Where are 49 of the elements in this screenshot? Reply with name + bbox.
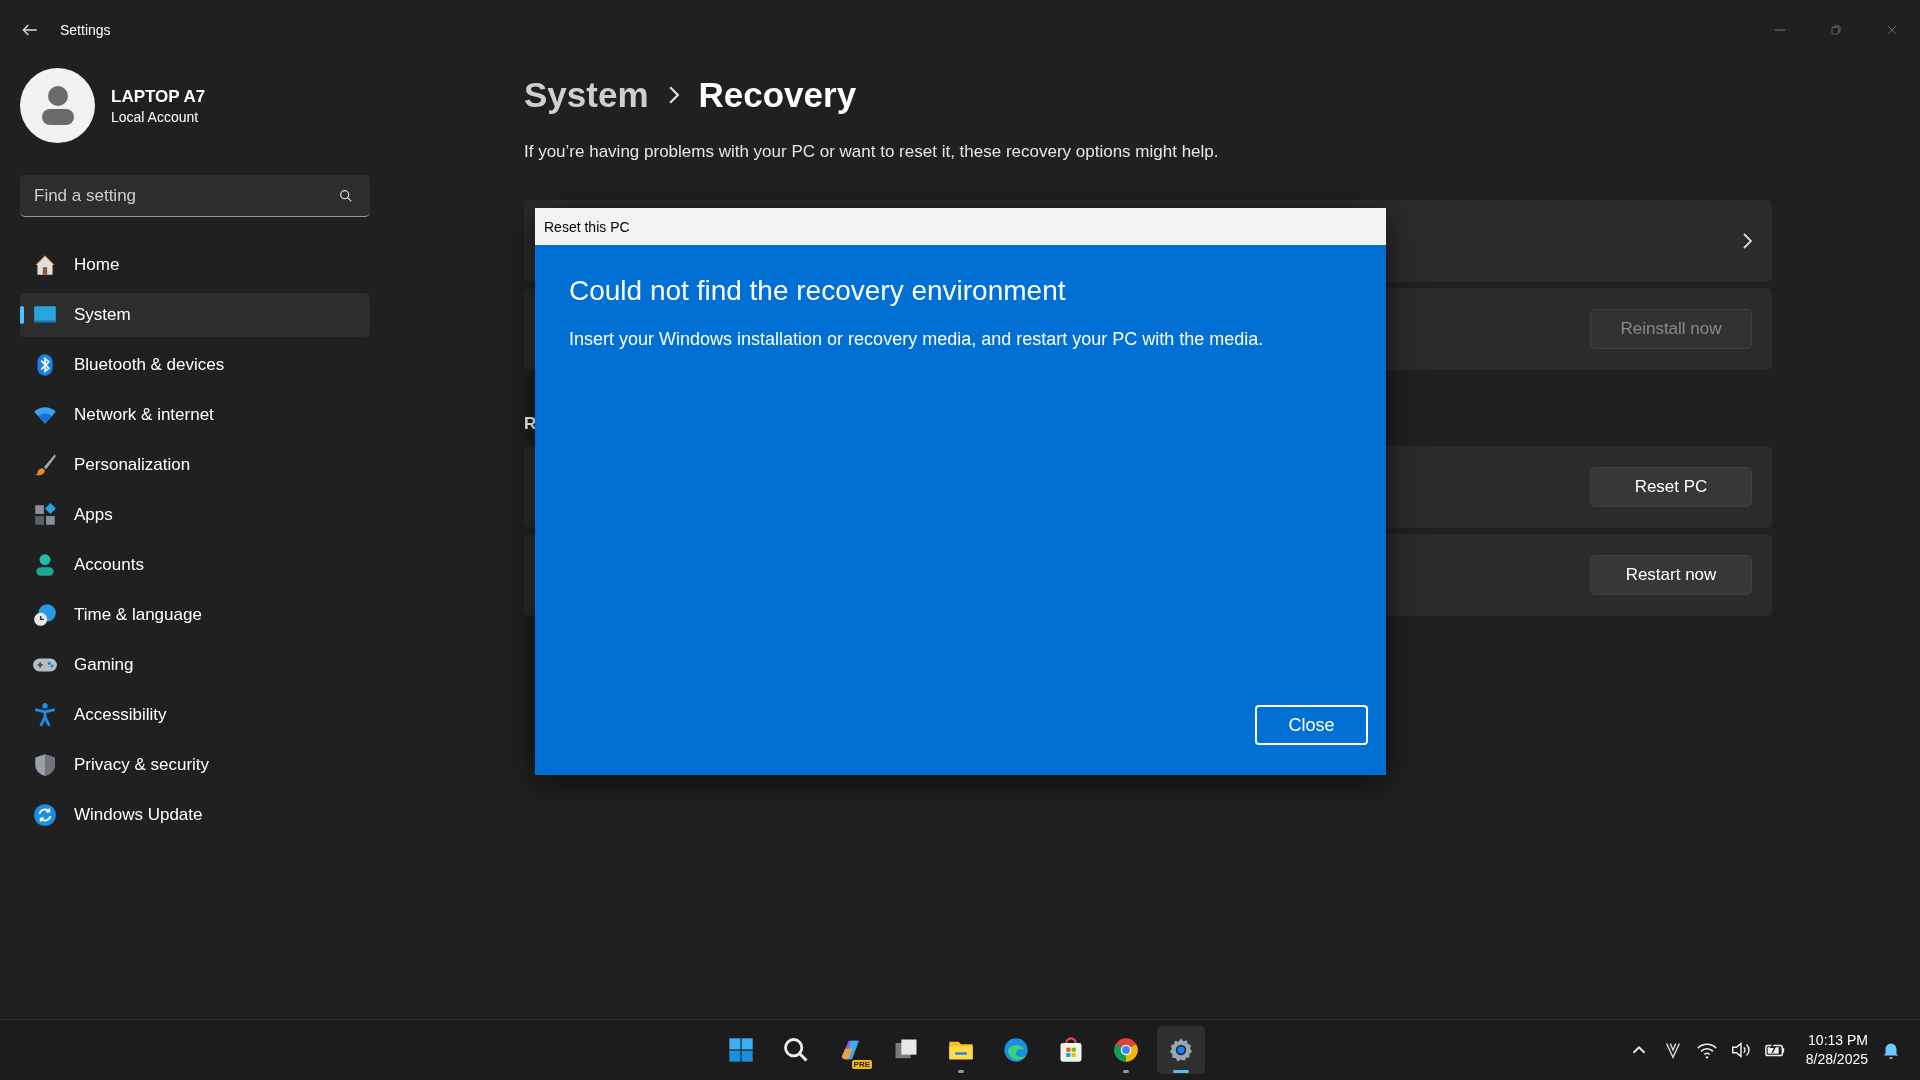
apps-icon: [32, 502, 58, 528]
breadcrumb-link[interactable]: System: [524, 75, 649, 115]
search-icon: [338, 188, 354, 204]
taskbar-button[interactable]: PRE: [827, 1026, 875, 1074]
window-title: Settings: [60, 22, 111, 38]
restore-icon: [1828, 22, 1844, 38]
date-text: 8/28/2025: [1805, 1050, 1868, 1069]
preview-badge: PRE: [851, 1060, 872, 1069]
nav-item[interactable]: Network & internet: [20, 393, 370, 437]
search-field[interactable]: Find a setting: [20, 175, 370, 217]
clock[interactable]: 10:13 PM 8/28/2025: [1805, 1031, 1868, 1069]
nav-item[interactable]: Home: [20, 243, 370, 287]
shield-icon: [32, 752, 58, 778]
volume-icon[interactable]: [1729, 1039, 1752, 1061]
gear-app-icon: [1167, 1036, 1195, 1064]
nav-item[interactable]: Windows Update: [20, 793, 370, 837]
search-icon: [782, 1036, 810, 1064]
taskbar-button[interactable]: [1157, 1026, 1205, 1074]
action-button[interactable]: Restart now: [1590, 555, 1752, 595]
minimize-icon: [1774, 29, 1786, 31]
chevron-right-icon: [668, 86, 679, 104]
page-description: If you’re having problems with your PC or want to reset it, these recovery options might help.: [524, 142, 1220, 162]
nav-item[interactable]: Bluetooth & devices: [20, 343, 370, 387]
nav-item[interactable]: Privacy & security: [20, 743, 370, 787]
refresh-icon: [32, 802, 58, 828]
accessibility-icon: [32, 702, 58, 728]
close-button[interactable]: Close: [1255, 705, 1368, 745]
nav-item[interactable]: Personalization: [20, 443, 370, 487]
nav-item[interactable]: Time & language: [20, 593, 370, 637]
section-heading: R: [524, 414, 538, 434]
time-text: 10:13 PM: [1808, 1031, 1868, 1050]
page-title: Recovery: [698, 75, 857, 115]
chevron-right-icon: [1743, 233, 1752, 249]
windows-logo-icon: [727, 1036, 755, 1064]
action-button[interactable]: Reset PC: [1590, 467, 1752, 507]
globe-clock-icon: [32, 602, 58, 628]
chrome-app-icon: [1112, 1036, 1140, 1064]
selection-indicator: [20, 306, 24, 324]
nav-item[interactable]: Gaming: [20, 643, 370, 687]
account-type: Local Account: [111, 108, 200, 125]
browser-app-icon: [1002, 1036, 1030, 1064]
nav-item[interactable]: System: [20, 293, 370, 337]
dialog-title: Reset this PC: [535, 208, 1386, 245]
dialog-message: Insert your Windows installation or recovery media, and restart your PC with the media.: [569, 329, 1265, 350]
nav-item[interactable]: Apps: [20, 493, 370, 537]
nav-item[interactable]: Accounts: [20, 543, 370, 587]
nav-item[interactable]: Accessibility: [20, 693, 370, 737]
dialog-heading: Could not find the recovery environment: [569, 275, 1067, 307]
account-name: LAPTOP A7: [111, 86, 206, 107]
